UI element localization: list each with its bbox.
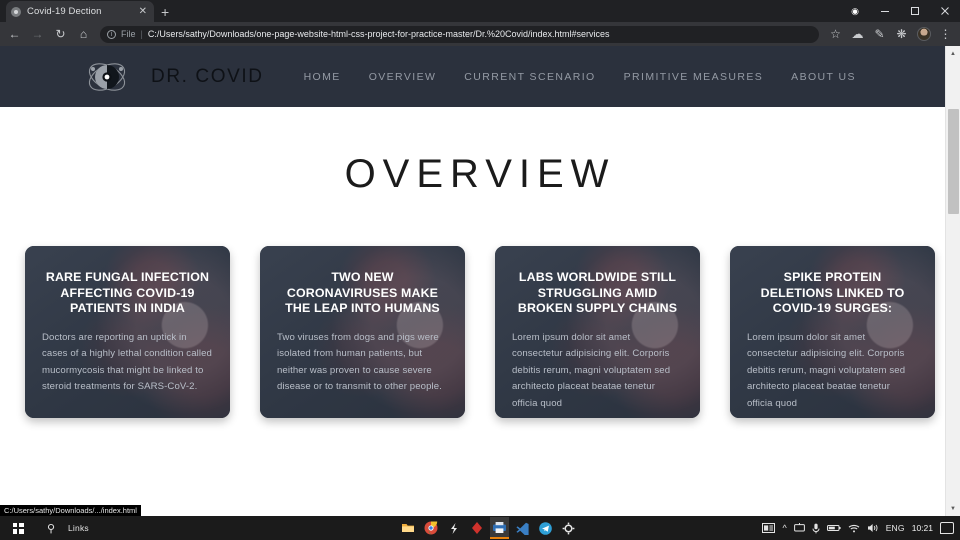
nav-links: HOME OVERVIEW CURRENT SCENARIO PRIMITIVE… xyxy=(290,71,870,83)
file-explorer-icon[interactable] xyxy=(398,517,417,539)
windows-taskbar: ⚲ Links ^ ENG 10:21 xyxy=(0,516,960,540)
language-indicator[interactable]: ENG xyxy=(886,523,905,533)
virus-logo-icon[interactable] xyxy=(85,55,129,99)
nav-link-home[interactable]: HOME xyxy=(290,71,355,83)
toolbar-right-actions: ☆ ☁ ✎ ❋ ⋮ xyxy=(825,24,956,45)
script-icon[interactable] xyxy=(444,517,463,539)
avatar-icon[interactable] xyxy=(913,24,934,45)
taskbar-links-label[interactable]: Links xyxy=(66,523,89,533)
reload-icon[interactable]: ↻ xyxy=(50,24,71,45)
nav-link-overview[interactable]: OVERVIEW xyxy=(355,71,451,83)
status-bubble: C:/Users/sathy/Downloads/.../index.html xyxy=(0,505,141,516)
chrome-icon[interactable] xyxy=(421,517,440,539)
star-icon[interactable]: ☆ xyxy=(825,24,846,45)
system-tray: ^ ENG 10:21 xyxy=(762,516,960,540)
overview-card[interactable]: LABS WORLDWIDE STILL STRUGGLING AMID BRO… xyxy=(495,246,700,418)
url-scheme-label: File xyxy=(121,29,136,39)
browser-window: Covid-19 Dection ✕ + ◉ ← → ↻ ⌂ i File | … xyxy=(0,0,960,516)
url-separator: | xyxy=(140,29,143,39)
wifi-icon[interactable] xyxy=(848,524,860,533)
card-title: LABS WORLDWIDE STILL STRUGGLING AMID BRO… xyxy=(517,270,678,315)
taskbar-apps xyxy=(398,516,578,540)
virus-favicon xyxy=(11,6,21,17)
news-weather-icon[interactable] xyxy=(762,523,776,533)
nav-link-primitive-measures[interactable]: PRIMITIVE MEASURES xyxy=(610,71,778,83)
browser-toolbar: ← → ↻ ⌂ i File | C:/Users/sathy/Download… xyxy=(0,22,960,46)
nav-link-about-us[interactable]: ABOUT US xyxy=(777,71,870,83)
chevron-up-icon[interactable]: ^ xyxy=(782,523,786,533)
url-text: C:/Users/sathy/Downloads/one-page-websit… xyxy=(147,29,610,39)
telegram-icon[interactable] xyxy=(536,517,555,539)
window-controls: ◉ xyxy=(840,0,960,22)
address-bar[interactable]: i File | C:/Users/sathy/Downloads/one-pa… xyxy=(100,25,819,43)
scroll-up-arrow[interactable]: ▲ xyxy=(946,46,960,61)
page-viewport: DR. COVID HOME OVERVIEW CURRENT SCENARIO… xyxy=(0,46,960,516)
screen: Covid-19 Dection ✕ + ◉ ← → ↻ ⌂ i File | … xyxy=(0,0,960,540)
active-app-icon[interactable] xyxy=(490,517,509,539)
vscode-icon[interactable] xyxy=(513,517,532,539)
card-body: Doctors are reporting an uptick in cases… xyxy=(42,331,212,393)
scrollbar-thumb[interactable] xyxy=(948,109,959,214)
record-dot-icon[interactable]: ◉ xyxy=(840,0,870,22)
site-navigation: DR. COVID HOME OVERVIEW CURRENT SCENARIO… xyxy=(0,46,945,107)
battery-icon[interactable] xyxy=(826,524,841,532)
close-icon[interactable]: ✕ xyxy=(137,6,149,18)
display-icon[interactable] xyxy=(793,523,805,533)
windows-start-icon[interactable] xyxy=(0,516,36,540)
card-body: Lorem ipsum dolor sit amet consectetur a… xyxy=(747,331,906,409)
settings-gear-icon[interactable] xyxy=(559,517,578,539)
forward-arrow-icon[interactable]: → xyxy=(27,24,48,45)
ruby-diamond-icon[interactable] xyxy=(467,517,486,539)
card-body: Two viruses from dogs and pigs were isol… xyxy=(277,331,442,393)
search-icon[interactable]: ⚲ xyxy=(36,516,66,540)
card-title: RARE FUNGAL INFECTION AFFECTING COVID-19… xyxy=(45,270,210,315)
info-icon[interactable]: i xyxy=(107,29,116,39)
minimize-icon[interactable] xyxy=(870,0,900,22)
home-icon[interactable]: ⌂ xyxy=(73,24,94,45)
new-tab-button[interactable]: + xyxy=(161,5,169,22)
overview-cards: RARE FUNGAL INFECTION AFFECTING COVID-19… xyxy=(0,246,960,418)
volume-icon[interactable] xyxy=(867,523,879,533)
card-title: TWO NEW CORONAVIRUSES MAKE THE LEAP INTO… xyxy=(285,270,440,315)
overview-card[interactable]: TWO NEW CORONAVIRUSES MAKE THE LEAP INTO… xyxy=(260,246,465,418)
close-icon[interactable] xyxy=(930,0,960,22)
cloud-extension-icon[interactable]: ☁ xyxy=(847,24,868,45)
microphone-icon[interactable] xyxy=(812,523,820,534)
nav-link-current-scenario[interactable]: CURRENT SCENARIO xyxy=(450,71,609,83)
overview-card[interactable]: SPIKE PROTEIN DELETIONS LINKED TO COVID-… xyxy=(730,246,935,418)
pen-extension-icon[interactable]: ✎ xyxy=(869,24,890,45)
tab-title: Covid-19 Dection xyxy=(27,6,102,17)
scroll-down-arrow[interactable]: ▼ xyxy=(946,501,960,516)
puzzle-piece-icon[interactable]: ❋ xyxy=(891,24,912,45)
browser-tab[interactable]: Covid-19 Dection ✕ xyxy=(6,1,154,22)
action-center-icon[interactable] xyxy=(940,522,954,534)
page-scrollbar[interactable]: ▲ ▼ xyxy=(945,46,960,516)
tab-strip: Covid-19 Dection ✕ + ◉ xyxy=(0,0,960,22)
back-arrow-icon[interactable]: ← xyxy=(4,24,25,45)
card-title: SPIKE PROTEIN DELETIONS LINKED TO COVID-… xyxy=(760,270,905,315)
overview-card[interactable]: RARE FUNGAL INFECTION AFFECTING COVID-19… xyxy=(25,246,230,418)
page-title: OVERVIEW xyxy=(344,152,616,196)
card-body: Lorem ipsum dolor sit amet consectetur a… xyxy=(512,331,671,409)
three-dot-menu-icon[interactable]: ⋮ xyxy=(935,24,956,45)
maximize-icon[interactable] xyxy=(900,0,930,22)
clock[interactable]: 10:21 xyxy=(912,523,933,533)
site-brand: DR. COVID xyxy=(151,65,264,87)
